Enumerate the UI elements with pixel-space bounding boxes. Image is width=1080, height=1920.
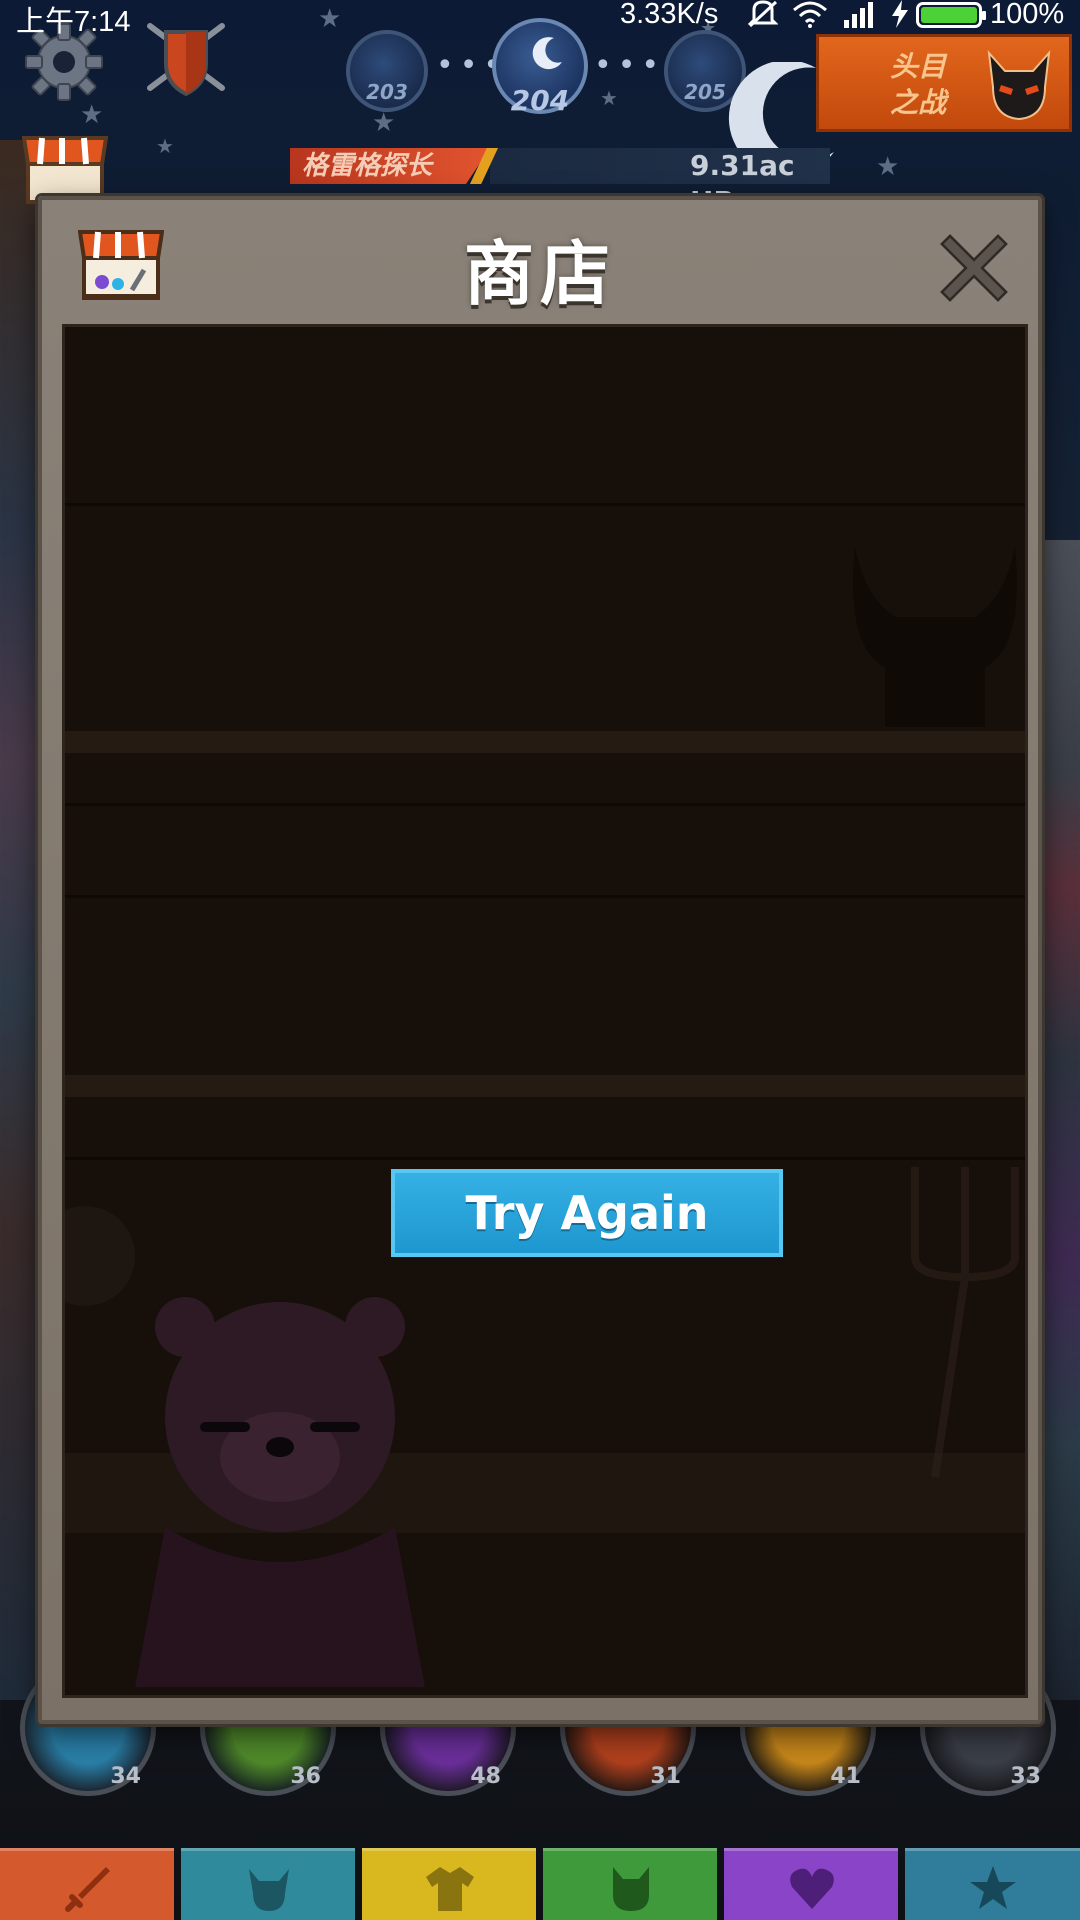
try-again-button[interactable]: Try Again [391,1169,783,1257]
wifi-icon [793,1,827,28]
signal-icon [844,2,873,28]
charging-icon [892,0,908,28]
shop-modal: 商店 Try Again [38,196,1042,1724]
shop-content-panel: Try Again [62,324,1028,1698]
shopkeeper-silhouette [135,1297,425,1687]
shelf-plank [65,803,1025,806]
modal-title: 商店 [464,233,616,315]
modal-header: 商店 [42,200,1038,320]
shelf-plank [65,1157,1025,1160]
network-speed: 3.33K/s [620,0,719,30]
status-bar: 上午7:14 3.33K/s 100% [0,0,1080,38]
status-time: 上午7:14 [16,6,131,38]
battery-percent: 100% [990,0,1065,30]
pitchfork-silhouette [911,1167,1019,1477]
helmet-silhouette [853,547,1017,727]
shelf-plank [65,895,1025,898]
battery-icon [916,2,986,28]
close-icon [940,234,1008,302]
mute-icon [748,0,778,28]
close-button[interactable] [940,234,1008,302]
battery-fill [921,7,977,23]
shelf-board [65,1075,1025,1097]
shelf-plank [65,503,1025,506]
game-screen: ★ ★ ★ ★ ★ ★ ★ ★ [0,0,1080,1920]
